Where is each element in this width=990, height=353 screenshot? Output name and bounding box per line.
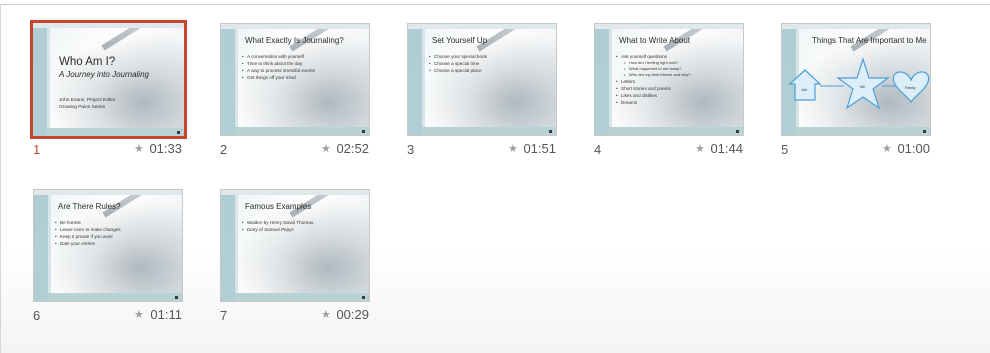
star-icon: ★: [134, 309, 144, 321]
slide-duration: 01:51: [523, 141, 556, 156]
slide-bullet: A conversation with yourself: [242, 54, 304, 60]
slide-bullet: Walden by Henry David Thoreau: [242, 220, 313, 226]
slide-duration: 01:44: [710, 141, 743, 156]
star-icon: ★: [882, 143, 892, 155]
slide-bullet: Time to think about the day: [242, 61, 302, 67]
slide-title: What to Write About: [619, 36, 690, 45]
sorter-top-border: [0, 4, 990, 5]
slide-bullet: Choose your special book: [429, 54, 487, 60]
slide-title: Set Yourself Up: [432, 36, 488, 45]
shape-label: Me: [860, 85, 865, 89]
smartart-diagram: [788, 57, 930, 110]
slide-thumbnail-7[interactable]: Famous Examples Walden by Henry David Th…: [217, 186, 374, 346]
slide-bullet: Get things off your mind: [242, 75, 296, 81]
slide-preview: What Exactly Is Journaling? A conversati…: [220, 23, 370, 136]
slide-bullet: Choose a special time: [429, 61, 479, 67]
slide-preview: Who Am I? A Journey into Journaling John…: [30, 20, 187, 139]
house-shape-icon: [788, 69, 822, 101]
slide-thumbnail-3[interactable]: Set Yourself Up Choose your special book…: [404, 20, 561, 180]
slide-bullet: Diary of Samuel Pepys: [242, 227, 294, 233]
star-icon: ★: [695, 143, 705, 155]
slide-number: 4: [594, 142, 602, 157]
slide-title: Are There Rules?: [58, 202, 121, 211]
sorter-left-border: [0, 4, 1, 353]
slide-bullet: A way to process stressful events: [242, 68, 315, 74]
star-shape-icon: [836, 57, 890, 110]
slide-bullet: Letters: [616, 79, 635, 85]
slide-thumbnail-4[interactable]: What to Write About Ask yourself questio…: [591, 20, 748, 180]
slide-bullet: Leave room to make changes: [55, 227, 120, 233]
slide-preview: Famous Examples Walden by Henry David Th…: [220, 189, 370, 302]
slide-bullet: Short stories and poems: [616, 86, 671, 92]
slide-bullet: Keep it private if you want: [55, 234, 113, 240]
slide-thumbnail-1[interactable]: Who Am I? A Journey into Journaling John…: [30, 20, 187, 180]
slide-number: 7: [220, 308, 228, 323]
slide-bullet: Be honest: [55, 220, 81, 226]
shape-label: Family: [905, 86, 916, 90]
slide-title: What Exactly Is Journaling?: [245, 36, 344, 45]
slide-text-line: John Evans, Project Editor: [59, 98, 116, 103]
slide-duration: 02:52: [336, 141, 369, 156]
slide-bullet: Date your entries: [55, 241, 95, 247]
slide-number: 5: [781, 142, 789, 157]
slide-thumbnail-6[interactable]: Are There Rules? Be honest Leave room to…: [30, 186, 187, 346]
slide-duration: 01:11: [150, 307, 182, 322]
slide-title: Who Am I?: [59, 56, 116, 68]
slide-number: 3: [407, 142, 415, 157]
star-icon: ★: [321, 309, 331, 321]
slide-text-line: Growing Pains Series: [59, 105, 106, 110]
slide-duration: 01:33: [149, 141, 182, 156]
slide-thumbnail-5[interactable]: Things That Are Important to Me Job Me F…: [778, 20, 935, 180]
slide-preview: What to Write About Ask yourself questio…: [594, 23, 744, 136]
slide-title: Famous Examples: [245, 202, 312, 211]
star-icon: ★: [321, 143, 331, 155]
shape-label: Job: [801, 88, 807, 92]
slide-bullet: Likes and dislikes: [616, 93, 657, 99]
slide-sub-bullet: Who are my best friends and why?: [624, 72, 691, 78]
slide-number: 1: [33, 142, 41, 157]
slide-bullet: Dreams: [616, 100, 637, 106]
slide-number: 2: [220, 142, 228, 157]
star-icon: ★: [508, 143, 518, 155]
slide-number: 6: [33, 308, 41, 323]
slide-subtitle: A Journey into Journaling: [59, 70, 149, 79]
slide-bullet: Choose a special place: [429, 68, 481, 74]
slide-preview: Are There Rules? Be honest Leave room to…: [33, 189, 183, 302]
slide-sorter-view[interactable]: Who Am I? A Journey into Journaling John…: [0, 0, 990, 353]
slide-preview: Things That Are Important to Me Job Me F…: [781, 23, 931, 136]
star-icon: ★: [134, 143, 144, 155]
slide-duration: 01:00: [897, 141, 930, 156]
slide-thumbnail-2[interactable]: What Exactly Is Journaling? A conversati…: [217, 20, 374, 180]
slide-duration: 00:29: [336, 307, 369, 322]
slide-preview: Set Yourself Up Choose your special book…: [407, 23, 557, 136]
